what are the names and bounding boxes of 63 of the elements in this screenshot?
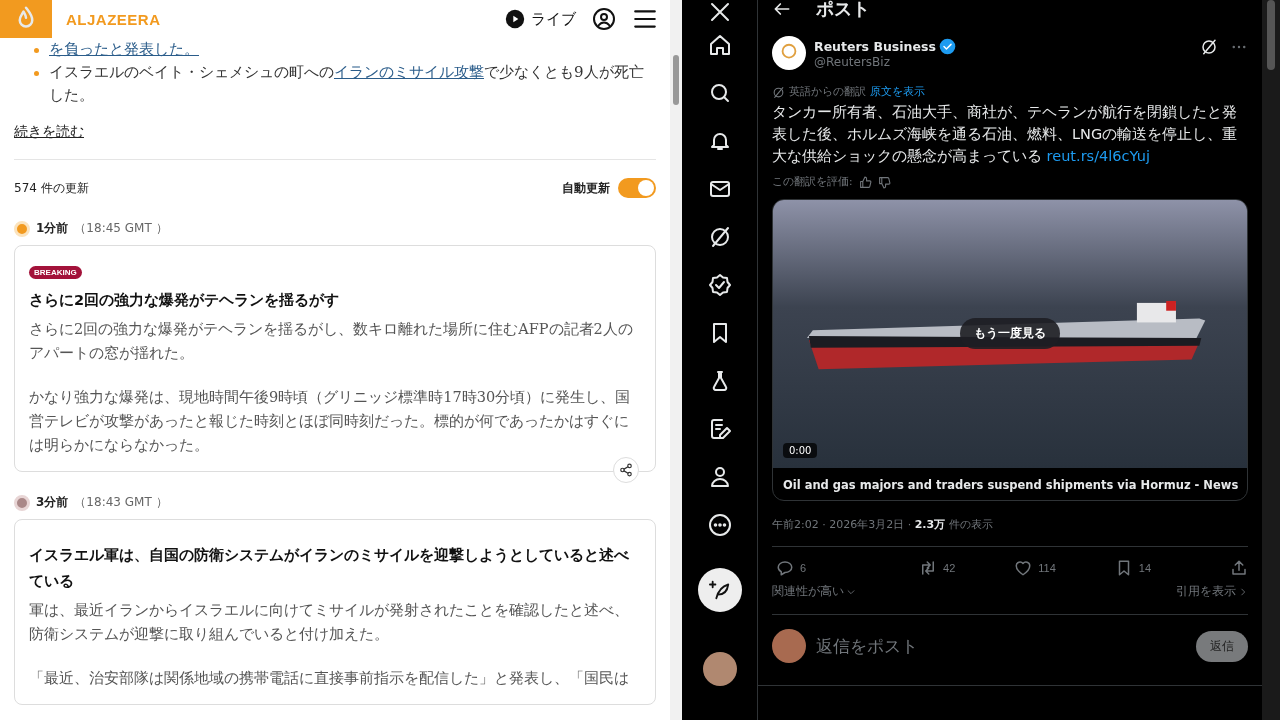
reply-button[interactable]: 6 — [772, 559, 807, 577]
reply-button[interactable]: 返信 — [1196, 630, 1248, 662]
auto-update-toggle[interactable] — [618, 178, 656, 198]
update-paragraph: 軍は、最近イランからイスラエルに向けてミサイルが発射されたことを確認したと述べ、防衛システムが迎撃に取り組んでいると付け加えた。 — [29, 601, 630, 644]
show-original-link[interactable]: 原文を表示 — [870, 85, 925, 99]
reply-field[interactable]: 返信をポスト — [814, 635, 1188, 657]
rate-translation-label: この翻訳を評価: — [772, 175, 853, 189]
video-time: 0:00 — [783, 443, 818, 458]
replay-button[interactable]: もう一度見る — [960, 318, 1060, 349]
update-paragraph: かなり強力な爆発は、現地時間午後9時頃（グリニッジ標準時17時30分頃）に発生し、国営テレビが攻撃があったと報じた時刻とほぼ同時刻だった。標的が何であったかはすぐには明らかにならなかった。 — [29, 388, 632, 455]
avatar[interactable] — [702, 652, 737, 686]
scrollbar[interactable] — [670, 0, 682, 720]
auto-update-label: 自動更新 — [562, 179, 610, 197]
bullet-text: イスラエルのベイト・シェメシュの町へのイランのミサイル攻撃で少なくとも9人が死亡した。 — [49, 62, 645, 106]
play-icon — [505, 9, 525, 29]
link[interactable]: イランのミサイル攻撃 — [334, 63, 484, 81]
bookmark-button[interactable]: 14 — [1110, 559, 1152, 577]
sort-dropdown[interactable]: 関連性が高い — [772, 583, 856, 600]
breaking-badge: BREAKING — [29, 266, 82, 279]
more-circle-icon[interactable] — [707, 513, 732, 537]
translation-note: 英語からの翻訳 — [789, 85, 866, 99]
live-button[interactable]: ライブ — [505, 9, 576, 29]
page-title: ポスト — [816, 0, 870, 21]
like-button[interactable]: 114 — [1010, 559, 1056, 577]
post-link[interactable]: reut.rs/4l6cYuj — [1046, 148, 1150, 164]
home-icon[interactable] — [707, 33, 732, 57]
reply-icon — [776, 559, 794, 577]
video-card[interactable]: もう一度見る 0:00 Oil and gas majors and traders suspend shipments via Hormuz - News — [772, 199, 1248, 501]
bullet-icon — [34, 48, 39, 53]
post-meta: 午前2:02 · 2026年3月2日 · 2.3万 件の表示 — [772, 517, 994, 532]
timestamp: （18:43 GMT ） — [74, 494, 168, 511]
heart-icon — [1014, 559, 1033, 577]
update-paragraph: 「最近、治安部隊は関係地域の携帯電話に直接事前指示を配信した」と発表し、「国民は — [29, 669, 630, 688]
feather-plus-icon — [708, 579, 731, 601]
view-quotes-link[interactable]: 引用を表示 — [1176, 583, 1248, 600]
compose-button[interactable] — [697, 568, 742, 612]
slashed-circle-icon[interactable] — [1200, 38, 1218, 56]
thumbs-down-icon[interactable] — [877, 175, 891, 189]
avatar[interactable] — [772, 36, 806, 70]
update-count: 574 件の更新 — [14, 179, 89, 197]
author-name[interactable]: Reuters Business — [814, 38, 936, 54]
chevron-right-icon — [1238, 586, 1248, 597]
account-icon[interactable] — [592, 7, 616, 31]
link[interactable]: を負ったと発表した。 — [49, 40, 199, 58]
scrollbar[interactable] — [1262, 0, 1280, 720]
video-caption[interactable]: Oil and gas majors and traders suspend shipments via Hormuz - News — [773, 468, 1247, 500]
share-icon — [619, 463, 633, 477]
badge-check-icon[interactable] — [707, 273, 732, 297]
repost-button[interactable]: 42 — [915, 559, 956, 577]
update-title: イスラエル軍は、自国の防衛システムがイランのミサイルを迎撃しようとしていると述べている — [29, 546, 630, 591]
update-paragraph: さらに2回の強力な爆発がテヘランを揺るがし、数キロ離れた場所に住むAFPの記者2人のアパートの窓が揺れた。 — [29, 320, 634, 363]
timestamp: （18:45 GMT ） — [74, 220, 168, 237]
author-handle[interactable]: @ReutersBiz — [814, 54, 1192, 69]
thumbs-up-icon[interactable] — [858, 175, 872, 189]
post-text: タンカー所有者、石油大手、商社が、テヘランが航行を閉鎖したと発表した後、ホルムズ海峡を通る石油、燃料、LNGの輸送を停止し、重大な供給ショックの懸念が高まっている reut.rs/4l6cYuj — [772, 103, 1239, 166]
share-button[interactable] — [613, 457, 639, 483]
bullet-icon — [34, 71, 39, 76]
update-title: さらに2回の強力な爆発がテヘランを揺るがす — [29, 291, 341, 310]
read-more-link[interactable]: 続きを読む — [14, 123, 84, 141]
slashed-circle-icon — [772, 85, 785, 99]
time-ago: 1分前 — [36, 220, 69, 237]
time-ago: 3分前 — [36, 494, 69, 511]
upload-icon — [1230, 559, 1248, 577]
